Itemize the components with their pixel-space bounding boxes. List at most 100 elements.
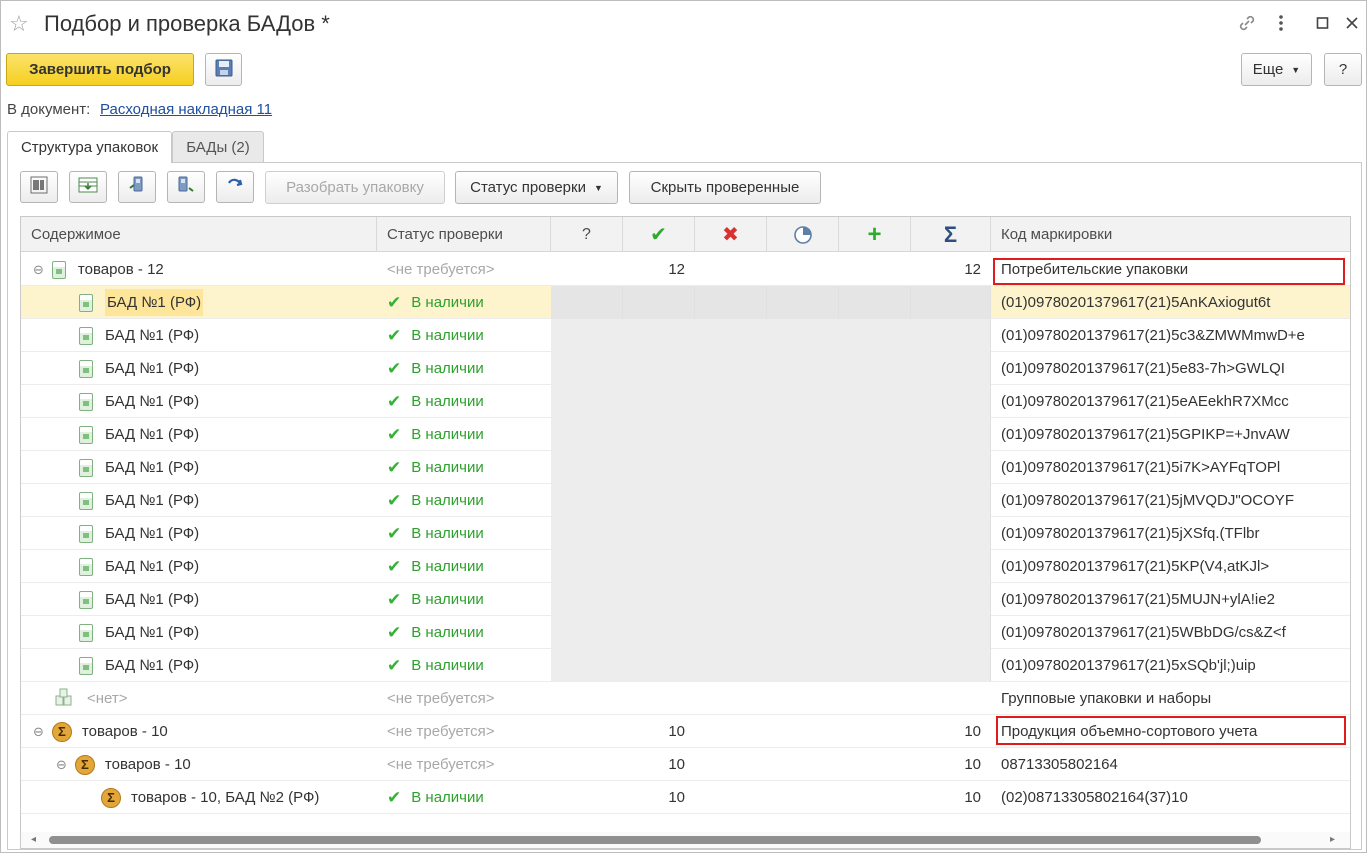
table-row[interactable]: ⊖ Σтоваров - 10 <не требуется> 10 10 0871… bbox=[21, 748, 1350, 781]
table-row[interactable]: БАД №1 (РФ) ✔ В наличии (01)0978020137961… bbox=[21, 550, 1350, 583]
boxes-stack-icon bbox=[55, 688, 73, 710]
hide-checked-button[interactable]: Скрыть проверенные bbox=[629, 171, 821, 204]
column-header-content[interactable]: Содержимое bbox=[21, 217, 377, 252]
total-count: 10 bbox=[964, 756, 981, 773]
doc-label: В документ: bbox=[7, 101, 91, 118]
total-count: 10 bbox=[964, 789, 981, 806]
content-name: БАД №1 (РФ) bbox=[105, 327, 200, 344]
column-header-checked-icon[interactable]: ✔ bbox=[623, 217, 695, 252]
doc-link[interactable]: Расходная накладная 11 bbox=[100, 101, 272, 118]
column-header-total-icon[interactable]: Σ bbox=[911, 217, 991, 252]
more-actions-button[interactable]: Еще ▼ bbox=[1241, 53, 1312, 86]
check-status-dropdown[interactable]: Статус проверки ▼ bbox=[455, 171, 618, 204]
content-name: БАД №1 (РФ) bbox=[105, 525, 200, 542]
column-header-code[interactable]: Код маркировки bbox=[991, 217, 1350, 252]
check-icon: ✔ bbox=[387, 787, 402, 807]
load-data-button[interactable] bbox=[69, 171, 107, 203]
content-name: товаров - 10 bbox=[104, 756, 191, 773]
marking-code: (01)09780201379617(21)5jMVQDJ"OCOYF bbox=[1001, 492, 1294, 509]
bottle-icon bbox=[79, 590, 93, 609]
window: ☆ Подбор и проверка БАДов * Завершить по… bbox=[0, 0, 1367, 853]
link-icon[interactable] bbox=[1237, 13, 1257, 38]
bottle-icon bbox=[51, 260, 66, 279]
tab-package-structure[interactable]: Структура упаковок bbox=[7, 131, 172, 163]
checked-count: 10 bbox=[668, 756, 685, 773]
sigma-icon: Σ bbox=[74, 754, 95, 775]
collapse-icon[interactable]: ⊖ bbox=[33, 724, 44, 740]
table-row[interactable]: БАД №1 (РФ) ✔ В наличии (01)0978020137961… bbox=[21, 385, 1350, 418]
table-row[interactable]: Σтоваров - 10, БАД №2 (РФ) ✔ В наличии 10… bbox=[21, 781, 1350, 814]
collapse-icon[interactable]: ⊖ bbox=[33, 262, 44, 278]
table-header: Содержимое Статус проверки ? ✔ ✖ + Σ Код… bbox=[21, 217, 1350, 252]
table-row[interactable]: БАД №1 (РФ) ✔ В наличии (01)0978020137961… bbox=[21, 517, 1350, 550]
content-name: <нет> bbox=[87, 690, 128, 707]
more-menu-icon[interactable] bbox=[1278, 13, 1284, 38]
content-name: БАД №1 (РФ) bbox=[105, 492, 200, 509]
scanner-device-icon bbox=[128, 176, 146, 198]
bottle-icon bbox=[79, 326, 93, 345]
content-name: БАД №1 (РФ) bbox=[105, 591, 200, 608]
status-text: В наличии bbox=[411, 459, 484, 476]
scanner-upload-icon bbox=[177, 176, 195, 198]
column-header-status[interactable]: Статус проверки bbox=[377, 217, 551, 252]
marking-code: (01)09780201379617(21)5AnKAxiogut6t bbox=[1001, 294, 1271, 311]
marking-code: (01)09780201379617(21)5e83-7h>GWLQI bbox=[1001, 360, 1285, 377]
maximize-icon[interactable] bbox=[1316, 13, 1330, 38]
content-name: БАД №1 (РФ) bbox=[105, 426, 200, 443]
terminal-import-button[interactable] bbox=[118, 171, 156, 203]
content-name: БАД №1 (РФ) bbox=[105, 558, 200, 575]
check-icon: ✔ bbox=[387, 622, 402, 642]
content-name: БАД №1 (РФ) bbox=[105, 393, 200, 410]
close-icon[interactable] bbox=[1345, 13, 1359, 38]
bottle-icon bbox=[79, 524, 93, 543]
more-actions-label: Еще bbox=[1252, 61, 1284, 78]
scrollbar-thumb[interactable] bbox=[49, 836, 1261, 844]
highlight-box bbox=[993, 258, 1345, 285]
table-row[interactable]: БАД №1 (РФ) ✔ В наличии (01)0978020137961… bbox=[21, 451, 1350, 484]
terminal-export-button[interactable] bbox=[167, 171, 205, 203]
curved-arrow-icon bbox=[226, 176, 244, 198]
marking-code: (01)09780201379617(21)5jXSfq.(TFlbr bbox=[1001, 525, 1260, 542]
table-row[interactable]: БАД №1 (РФ) ✔ В наличии (01)0978020137961… bbox=[21, 649, 1350, 682]
table-row[interactable]: БАД №1 (РФ) ✔ В наличии (01)0978020137961… bbox=[21, 616, 1350, 649]
refresh-button[interactable] bbox=[216, 171, 254, 203]
horizontal-scrollbar[interactable]: ◂ ▸ bbox=[21, 832, 1350, 848]
table-row[interactable]: БАД №1 (РФ) ✔ В наличии (01)0978020137961… bbox=[21, 286, 1350, 319]
status-text: <не требуется> bbox=[387, 261, 495, 278]
marking-code: (01)09780201379617(21)5WBbDG/cs&Z<f bbox=[1001, 624, 1286, 641]
column-header-missing-icon[interactable]: ✖ bbox=[695, 217, 767, 252]
save-button[interactable] bbox=[205, 53, 242, 86]
check-icon: ✔ bbox=[387, 292, 402, 312]
check-icon: ✔ bbox=[387, 589, 402, 609]
tab-bads[interactable]: БАДы (2) bbox=[172, 131, 264, 162]
help-button[interactable]: ? bbox=[1324, 53, 1362, 86]
bottle-icon bbox=[79, 425, 93, 444]
content-name: БАД №1 (РФ) bbox=[105, 459, 200, 476]
scroll-left-icon[interactable]: ◂ bbox=[31, 834, 36, 845]
column-header-pending-icon[interactable] bbox=[767, 217, 839, 252]
status-text: <не требуется> bbox=[387, 756, 495, 773]
content-name: товаров - 12 bbox=[77, 261, 164, 278]
finish-selection-button[interactable]: Завершить подбор bbox=[6, 53, 194, 86]
favorite-star-icon[interactable]: ☆ bbox=[9, 11, 29, 37]
status-text: <не требуется> bbox=[387, 723, 495, 740]
bottle-icon bbox=[79, 392, 93, 411]
marking-code: Групповые упаковки и наборы bbox=[1001, 690, 1212, 707]
table-row[interactable]: <нет> <не требуется> Групповые упаковки … bbox=[21, 682, 1350, 715]
packages-table[interactable]: Содержимое Статус проверки ? ✔ ✖ + Σ Код… bbox=[20, 216, 1351, 849]
column-header-unknown[interactable]: ? bbox=[551, 217, 623, 252]
barcode-scan-button[interactable] bbox=[20, 171, 58, 203]
collapse-icon[interactable]: ⊖ bbox=[56, 757, 67, 773]
check-icon: ✔ bbox=[387, 523, 402, 543]
scroll-right-icon[interactable]: ▸ bbox=[1330, 834, 1335, 845]
marking-code: (02)08713305802164(37)10 bbox=[1001, 789, 1188, 806]
table-row[interactable]: БАД №1 (РФ) ✔ В наличии (01)0978020137961… bbox=[21, 352, 1350, 385]
column-header-extra-icon[interactable]: + bbox=[839, 217, 911, 252]
table-row[interactable]: БАД №1 (РФ) ✔ В наличии (01)0978020137961… bbox=[21, 319, 1350, 352]
status-text: В наличии bbox=[411, 789, 484, 806]
chevron-down-icon: ▼ bbox=[1291, 64, 1301, 75]
table-row[interactable]: БАД №1 (РФ) ✔ В наличии (01)0978020137961… bbox=[21, 418, 1350, 451]
table-row[interactable]: БАД №1 (РФ) ✔ В наличии (01)0978020137961… bbox=[21, 484, 1350, 517]
unpack-button[interactable]: Разобрать упаковку bbox=[265, 171, 445, 204]
table-row[interactable]: БАД №1 (РФ) ✔ В наличии (01)0978020137961… bbox=[21, 583, 1350, 616]
